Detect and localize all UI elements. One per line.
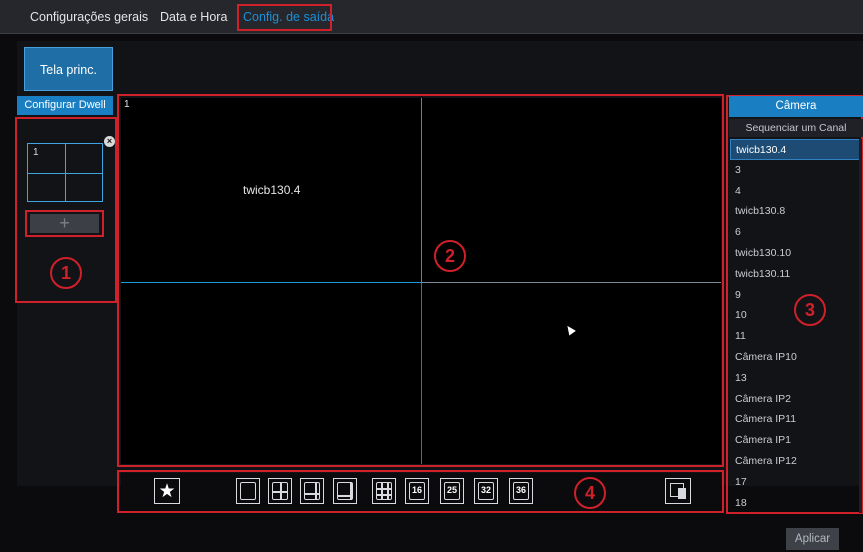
camera-list-item[interactable]: 4 [730, 181, 860, 202]
camera-list-item[interactable]: 3 [730, 160, 860, 181]
apply-button[interactable]: Aplicar [786, 528, 839, 550]
preview-window-label: twicb130.4 [243, 183, 301, 197]
live-preview-grid[interactable] [121, 98, 721, 464]
camera-list: twicb130.4 3 4 twicb130.8 6 twicb130.10 … [730, 139, 860, 513]
callout-1: 1 [50, 257, 82, 289]
camera-list-item[interactable]: Câmera IP2 [730, 389, 860, 410]
layout-8-button[interactable] [333, 478, 357, 504]
camera-list-scrollbar[interactable] [859, 139, 862, 513]
star-icon[interactable]: ★ [154, 478, 180, 504]
camera-list-item[interactable]: Câmera IP10 [730, 347, 860, 368]
camera-list-item[interactable]: 17 [730, 472, 860, 493]
tab-general-settings[interactable]: Configurações gerais [30, 0, 148, 34]
camera-list-item[interactable]: twicb130.11 [730, 264, 860, 285]
thumbnail-close-icon[interactable]: × [104, 136, 115, 147]
camera-list-item[interactable]: 11 [730, 326, 860, 347]
camera-list-item[interactable]: twicb130.8 [730, 201, 860, 222]
layout-1-button[interactable] [236, 478, 260, 504]
preview-window-number: 1 [124, 99, 130, 110]
callout-2: 2 [434, 240, 466, 272]
camera-list-item[interactable]: twicb130.4 [730, 139, 860, 160]
layout-25-button[interactable]: 25 [440, 478, 464, 504]
callout-4: 4 [574, 477, 606, 509]
layout-16-button[interactable]: 16 [405, 478, 429, 504]
camera-list-item[interactable]: 18 [730, 493, 860, 513]
camera-list-item[interactable]: 13 [730, 368, 860, 389]
dwell-config-header[interactable]: Configurar Dwell [17, 96, 113, 115]
highlight-box-tab [237, 4, 332, 31]
tab-date-time[interactable]: Data e Hora [160, 0, 227, 34]
layout-36-button[interactable]: 36 [509, 478, 533, 504]
camera-list-item[interactable]: 6 [730, 222, 860, 243]
camera-list-item[interactable]: Câmera IP11 [730, 409, 860, 430]
layout-4-button[interactable] [268, 478, 292, 504]
callout-3: 3 [794, 294, 826, 326]
thumbnail-number: 1 [33, 147, 39, 158]
layout-32-button[interactable]: 32 [474, 478, 498, 504]
camera-list-item[interactable]: twicb130.10 [730, 243, 860, 264]
layout-6-button[interactable] [300, 478, 324, 504]
layout-9-button[interactable] [372, 478, 396, 504]
camera-list-item[interactable]: Câmera IP12 [730, 451, 860, 472]
sequence-channel-label[interactable]: Sequenciar um Canal [729, 119, 863, 137]
clear-screen-icon[interactable] [665, 478, 691, 504]
main-screen-button[interactable]: Tela princ. [24, 47, 113, 91]
add-dwell-button[interactable]: + [30, 214, 99, 233]
camera-list-item[interactable]: Câmera IP1 [730, 430, 860, 451]
camera-panel-header[interactable]: Câmera [729, 96, 863, 117]
